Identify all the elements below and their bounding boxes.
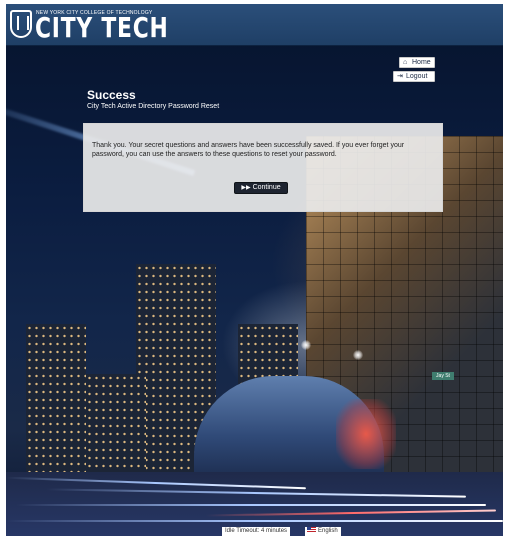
header-bar: NEW YORK CITY COLLEGE OF TECHNOLOGY CITY… [6, 4, 503, 46]
shield-logo-icon[interactable] [10, 10, 32, 38]
dome-glow [336, 399, 396, 469]
page-title: Success [87, 88, 136, 102]
street-sign: Jay St [432, 372, 454, 380]
page-frame: Jay St NEW YORK CITY COLLEGE OF TECHNOLO… [6, 4, 503, 536]
home-icon: ⌂ [403, 59, 408, 66]
language-selector[interactable]: English [305, 527, 341, 536]
us-flag-icon [307, 527, 316, 533]
language-label: English [318, 528, 338, 534]
brand-logo-text[interactable]: CITY TECH [35, 14, 169, 42]
background-building [26, 324, 86, 474]
street-lamp [301, 340, 311, 350]
message-panel: Thank you. Your secret questions and ans… [83, 123, 443, 212]
home-label: Home [412, 59, 431, 66]
background-building [86, 374, 146, 474]
logout-button[interactable]: ⇥ Logout [393, 71, 435, 82]
light-trail [16, 504, 486, 506]
logout-label: Logout [406, 73, 428, 80]
page-subtitle: City Tech Active Directory Password Rese… [87, 103, 220, 110]
street-lamp [353, 350, 363, 360]
logout-icon: ⇥ [397, 73, 403, 80]
continue-label: Continue [252, 184, 281, 191]
idle-timeout-indicator: Idle Timeout: 4 minutes [222, 527, 291, 536]
home-button[interactable]: ⌂ Home [399, 57, 435, 68]
fast-forward-icon: ▶▶ [241, 185, 251, 191]
continue-button[interactable]: ▶▶ Continue [234, 182, 288, 194]
success-message: Thank you. Your secret questions and ans… [92, 142, 405, 158]
light-trail [6, 520, 503, 522]
